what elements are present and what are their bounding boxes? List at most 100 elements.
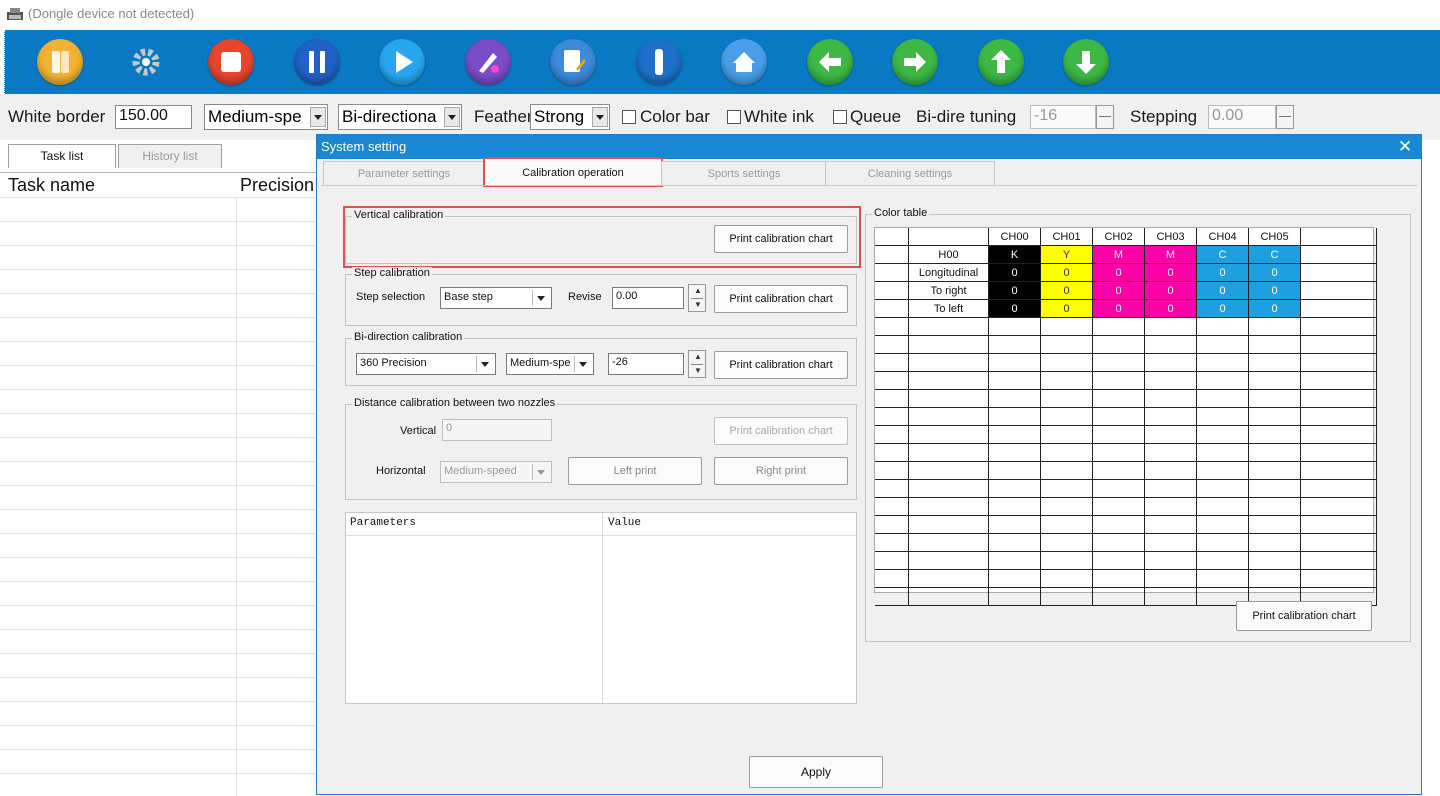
step-print-chart-button[interactable]: Print calibration chart	[714, 285, 848, 313]
white-ink-checkbox[interactable]	[727, 110, 741, 124]
tab-history-list[interactable]: History list	[118, 144, 222, 168]
table-cell	[1041, 462, 1093, 480]
speed-select[interactable]: Medium-spe	[204, 104, 328, 130]
table-cell	[1301, 534, 1377, 552]
left-button[interactable]	[806, 39, 853, 85]
table-row	[0, 509, 316, 510]
channel-header-ch05: CH05	[1249, 228, 1301, 246]
right-button[interactable]	[892, 39, 938, 85]
stepping-spinner[interactable]	[1276, 105, 1294, 129]
right-print-button[interactable]: Right print	[714, 457, 848, 485]
direction-select[interactable]: Bi-directiona	[338, 104, 462, 130]
vertical-distance-input[interactable]: 0	[442, 419, 552, 441]
bidir-tuning-spinner[interactable]	[1096, 105, 1114, 129]
precision-select[interactable]: 360 Precision	[356, 353, 496, 375]
column-parameters[interactable]: Parameters	[350, 517, 416, 529]
color-cell: K	[989, 246, 1041, 264]
channel-header-ch00: CH00	[989, 228, 1041, 246]
column-value[interactable]: Value	[608, 517, 641, 529]
table-cell	[1301, 444, 1377, 462]
color-bar-checkbox[interactable]	[622, 110, 636, 124]
table-cell	[1145, 318, 1197, 336]
table-cell	[1249, 408, 1301, 426]
horizontal-speed-select[interactable]: Medium-speed	[440, 461, 552, 483]
up-button[interactable]	[977, 39, 1024, 85]
distance-print-chart-button[interactable]: Print calibration chart	[714, 417, 848, 445]
table-cell	[875, 318, 909, 336]
bidir-speed-select[interactable]: Medium-spe	[506, 353, 594, 375]
table-cell	[1093, 498, 1145, 516]
color-button[interactable]	[464, 39, 511, 85]
table-row	[0, 629, 316, 630]
table-row	[0, 749, 316, 750]
table-row	[0, 557, 316, 558]
open-file-button[interactable]	[37, 39, 83, 85]
home-button[interactable]	[721, 39, 767, 85]
table-cell	[1249, 426, 1301, 444]
row-label: To right	[909, 282, 989, 300]
column-precision[interactable]: Precision	[240, 173, 314, 197]
down-button[interactable]	[1063, 39, 1109, 85]
table-cell	[989, 336, 1041, 354]
step-selection-select[interactable]: Base step	[440, 287, 552, 309]
revise-label: Revise	[568, 291, 602, 303]
info-button[interactable]	[635, 39, 682, 85]
bidir-tuning-input[interactable]: -16	[1030, 105, 1096, 129]
stop-button[interactable]	[208, 39, 254, 85]
column-task-name[interactable]: Task name	[8, 173, 95, 197]
edit-button[interactable]	[550, 39, 596, 85]
queue-checkbox[interactable]	[833, 110, 847, 124]
precision-select-value: 360 Precision	[360, 357, 427, 369]
table-cell	[1145, 372, 1197, 390]
table-cell	[989, 552, 1041, 570]
bidirection-calibration-title: Bi-direction calibration	[352, 331, 465, 343]
color-cell: 0	[1145, 300, 1197, 318]
chevron-down-icon	[592, 107, 608, 127]
color-cell: 0	[989, 264, 1041, 282]
table-cell	[875, 246, 909, 264]
apply-button[interactable]: Apply	[749, 756, 883, 788]
feather-select[interactable]: Strong	[530, 104, 610, 130]
pause-button[interactable]	[293, 39, 340, 85]
white-border-input[interactable]: 150.00	[115, 105, 192, 129]
bidir-print-chart-button[interactable]: Print calibration chart	[714, 351, 848, 379]
color-print-chart-button[interactable]: Print calibration chart	[1236, 601, 1372, 631]
table-row	[0, 341, 316, 342]
tab-task-list[interactable]: Task list	[8, 144, 116, 168]
bidir-offset-input[interactable]: -26	[608, 353, 684, 375]
table-cell	[875, 336, 909, 354]
table-cell	[1093, 372, 1145, 390]
color-cell: C	[1249, 246, 1301, 264]
tab-calibration-operation[interactable]: Calibration operation	[483, 157, 663, 187]
color-cell: C	[1197, 246, 1249, 264]
table-cell	[1197, 408, 1249, 426]
horizontal-label: Horizontal	[376, 465, 426, 477]
table-row	[0, 437, 316, 438]
stepping-input[interactable]: 0.00	[1208, 105, 1276, 129]
bidir-offset-spinner[interactable]: ▲ ▼	[688, 350, 706, 378]
table-cell	[1197, 372, 1249, 390]
queue-label: Queue	[850, 107, 902, 126]
tab-sports-settings[interactable]: Sports settings	[661, 161, 827, 185]
table-cell	[909, 462, 989, 480]
revise-spinner[interactable]: ▲ ▼	[688, 284, 706, 312]
table-cell	[1249, 570, 1301, 588]
left-print-button[interactable]: Left print	[568, 457, 702, 485]
table-cell	[1145, 552, 1197, 570]
table-cell	[1301, 372, 1377, 390]
table-row	[0, 269, 316, 270]
color-cell: 0	[989, 300, 1041, 318]
gear-icon	[132, 48, 159, 76]
color-cell: 0	[1145, 264, 1197, 282]
tab-parameter-settings[interactable]: Parameter settings	[323, 161, 485, 185]
grid-divider	[236, 197, 237, 796]
color-cell: 0	[1249, 264, 1301, 282]
close-icon[interactable]: ✕	[1395, 137, 1415, 157]
revise-input[interactable]: 0.00	[612, 287, 684, 309]
table-cell	[1145, 498, 1197, 516]
tab-cleaning-settings[interactable]: Cleaning settings	[825, 161, 995, 185]
color-table-group: Color table CH00 CH01 CH02 CH03 CH04 CH05 H00 K…	[865, 207, 1411, 642]
settings-button[interactable]	[123, 39, 169, 85]
play-button[interactable]	[379, 39, 425, 85]
table-cell	[1041, 534, 1093, 552]
